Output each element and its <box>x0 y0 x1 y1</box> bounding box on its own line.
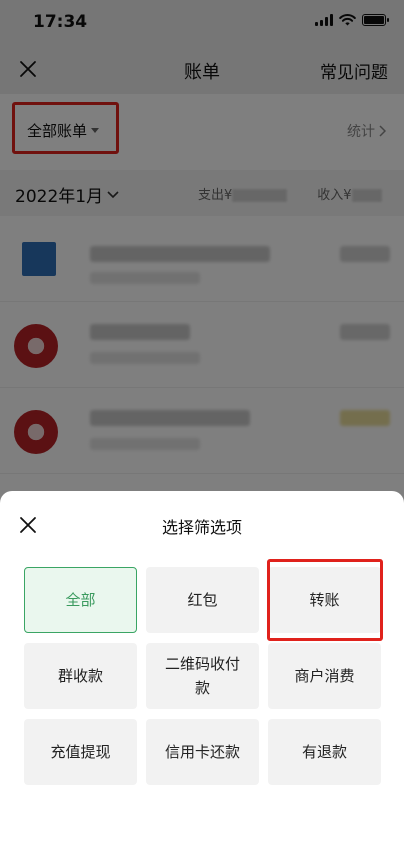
option-qr-payment[interactable]: 二维码收付款 <box>146 643 259 709</box>
option-merchant-purchase[interactable]: 商户消费 <box>268 643 381 709</box>
option-refunded[interactable]: 有退款 <box>268 719 381 785</box>
option-top-up-withdraw[interactable]: 充值提现 <box>24 719 137 785</box>
option-red-packet[interactable]: 红包 <box>146 567 259 633</box>
option-all[interactable]: 全部 <box>24 567 137 633</box>
option-credit-card-repayment[interactable]: 信用卡还款 <box>146 719 259 785</box>
filter-sheet: 选择筛选项 全部 红包 转账 群收款 二维码收付款 商户消费 充值提现 信用卡还… <box>0 491 404 863</box>
sheet-title: 选择筛选项 <box>161 518 242 537</box>
annotation-highlight <box>267 559 383 641</box>
option-group-collection[interactable]: 群收款 <box>24 643 137 709</box>
